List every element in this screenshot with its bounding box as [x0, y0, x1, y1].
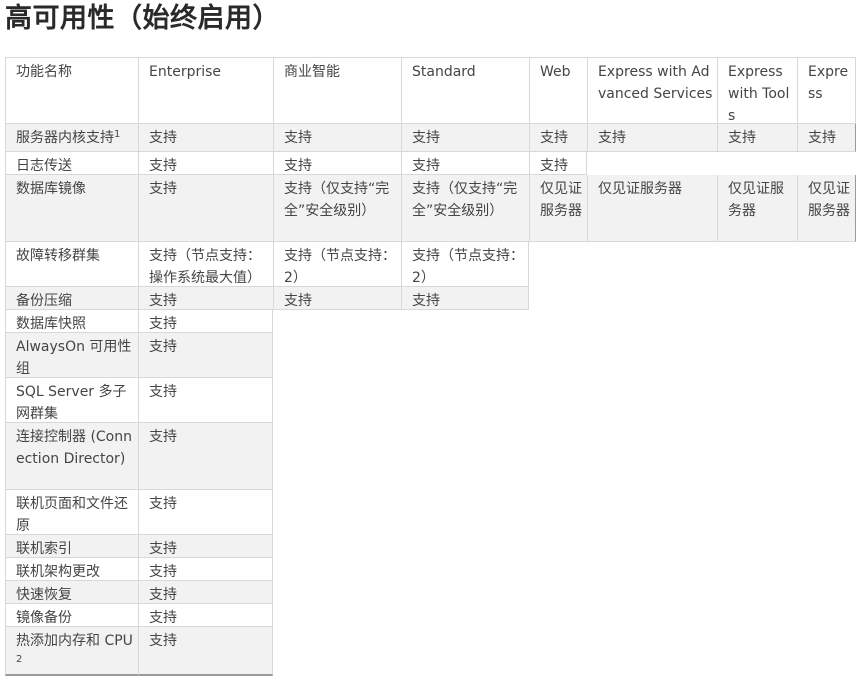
support-value-cell: 支持（仅支持“完全”安全级别） — [273, 175, 401, 242]
feature-name: 联机页面和文件还原 — [16, 496, 128, 534]
support-value-cell: 支持 — [138, 581, 273, 604]
feature-name-cell: SQL Server 多子网群集 — [5, 378, 138, 423]
support-value-cell: 支持 — [273, 152, 401, 175]
page-title: 高可用性（始终启用） — [5, 3, 280, 34]
support-value-cell: 支持 — [138, 558, 273, 581]
feature-name: 联机架构更改 — [16, 564, 100, 580]
feature-name: AlwaysOn 可用性组 — [16, 339, 132, 377]
support-value-cell: 支持 — [401, 152, 529, 175]
support-value-cell: 支持 — [529, 124, 587, 152]
support-value-cell: 支持 — [587, 124, 717, 152]
support-value-cell: 仅见证服务器 — [717, 175, 797, 242]
column-header: Standard — [401, 57, 529, 124]
column-header: 商业智能 — [273, 57, 401, 124]
feature-name-cell: 备份压缩 — [5, 287, 138, 310]
support-value-cell: 支持 — [401, 287, 529, 310]
feature-name: 日志传送 — [16, 158, 72, 174]
feature-name-cell: 故障转移群集 — [5, 242, 138, 287]
feature-name: 连接控制器 (Connection Director) — [16, 429, 132, 467]
feature-name: 快速恢复 — [16, 587, 72, 603]
feature-name: 数据库快照 — [16, 316, 86, 332]
support-value-cell: 仅见证服务器 — [587, 175, 717, 242]
footnote-marker: 2 — [16, 654, 23, 665]
column-header: Web — [529, 57, 587, 124]
feature-name: 故障转移群集 — [16, 248, 100, 264]
support-value-cell: 支持 — [138, 287, 273, 310]
feature-name-cell: 热添加内存和 CPU 2 — [5, 627, 138, 676]
support-value-cell: 支持（节点支持：2） — [401, 242, 529, 287]
feature-name-cell: 连接控制器 (Connection Director) — [5, 423, 138, 490]
feature-name: 备份压缩 — [16, 293, 72, 309]
feature-name-cell: 联机架构更改 — [5, 558, 138, 581]
feature-name: SQL Server 多子网群集 — [16, 384, 127, 422]
support-value-cell: 支持（仅支持“完全”安全级别） — [401, 175, 529, 242]
support-value-cell: 支持 — [138, 333, 273, 378]
feature-name: 数据库镜像 — [16, 181, 86, 197]
feature-name-cell: 镜像备份 — [5, 604, 138, 627]
support-value-cell: 支持 — [138, 423, 273, 490]
feature-name-cell: 联机页面和文件还原 — [5, 490, 138, 535]
feature-name: 镜像备份 — [16, 610, 72, 626]
support-value-cell: 支持 — [138, 310, 273, 333]
support-value-cell: 支持 — [529, 152, 587, 175]
footnote-marker: 1 — [114, 129, 121, 140]
column-header: Express with Tools — [717, 57, 797, 124]
support-value-cell: 支持 — [138, 604, 273, 627]
feature-name: 服务器内核支持 — [16, 130, 114, 146]
support-value-cell: 支持 — [273, 124, 401, 152]
support-value-cell: 支持 — [138, 378, 273, 423]
feature-name-cell: 快速恢复 — [5, 581, 138, 604]
feature-name-cell: 联机索引 — [5, 535, 138, 558]
support-value-cell: 仅见证服务器 — [529, 175, 587, 242]
support-value-cell: 支持 — [138, 124, 273, 152]
support-value-cell: 支持 — [138, 175, 273, 242]
column-header: Express with Advanced Services — [587, 57, 717, 124]
support-value-cell: 支持 — [138, 490, 273, 535]
support-value-cell: 支持 — [138, 627, 273, 676]
column-header: Enterprise — [138, 57, 273, 124]
support-value-cell: 支持 — [797, 124, 856, 152]
feature-name: 热添加内存和 CPU — [16, 633, 133, 649]
support-value-cell: 支持（节点支持：2） — [273, 242, 401, 287]
column-header: Express — [797, 57, 856, 124]
feature-name-cell: 数据库镜像 — [5, 175, 138, 242]
feature-name-cell: 数据库快照 — [5, 310, 138, 333]
support-value-cell: 支持 — [401, 124, 529, 152]
feature-name-cell: 日志传送 — [5, 152, 138, 175]
support-value-cell: 支持 — [717, 124, 797, 152]
support-value-cell: 支持（节点支持：操作系统最大值） — [138, 242, 273, 287]
feature-name-cell: 服务器内核支持1 — [5, 124, 138, 152]
support-value-cell: 仅见证服务器 — [797, 175, 856, 242]
column-header: 功能名称 — [5, 57, 138, 124]
support-value-cell: 支持 — [138, 535, 273, 558]
support-value-cell: 支持 — [138, 152, 273, 175]
support-value-cell: 支持 — [273, 287, 401, 310]
feature-name: 联机索引 — [16, 541, 72, 557]
feature-name-cell: AlwaysOn 可用性组 — [5, 333, 138, 378]
